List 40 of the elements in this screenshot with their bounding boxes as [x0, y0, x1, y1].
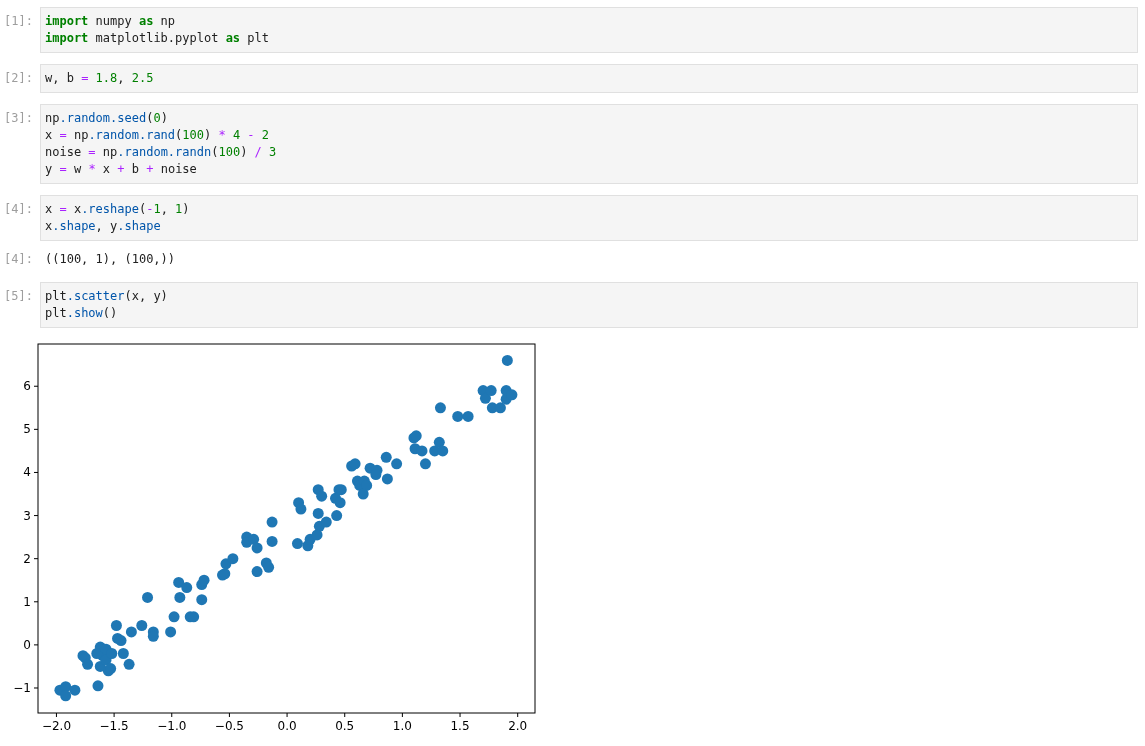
code-line: np.random.seed(0): [45, 110, 169, 127]
tick-label: 2: [23, 551, 31, 566]
tick-label: 0.0: [277, 719, 297, 733]
code-cell[interactable]: plt.scatter(x, y) plt.show(): [40, 282, 1138, 328]
code-line: plt.show(): [45, 305, 119, 322]
cell-prompt: [4]:: [3, 201, 34, 218]
tick-label: 5: [23, 422, 31, 437]
code-line: x = np.random.rand(100) * 4 - 2: [45, 127, 271, 144]
tick-label: 0: [23, 637, 31, 652]
tick-label: −2.0: [41, 719, 71, 733]
cell-prompt: [4]:: [3, 251, 34, 268]
tick-label: 1.5: [450, 719, 470, 733]
tick-label: 1.0: [392, 719, 412, 733]
cell-prompt: [2]:: [3, 70, 34, 87]
code-line: y = w * x + b + noise: [45, 161, 198, 178]
cell-prompt: [1]:: [3, 13, 34, 30]
tick-label: 1: [23, 594, 31, 609]
code-cell[interactable]: x = x.reshape(-1, 1) x.shape, y.shape: [40, 195, 1138, 241]
code-cell[interactable]: import numpy as np import matplotlib.pyplot as plt: [40, 7, 1138, 53]
tick-label: 4: [23, 465, 31, 480]
code-line: x = x.reshape(-1, 1): [45, 201, 191, 218]
tick-label: 6: [23, 379, 31, 394]
code-line: plt.scatter(x, y): [45, 288, 169, 305]
tick-label: −1.5: [99, 719, 129, 733]
tick-label: 2.0: [508, 719, 528, 733]
code-line: import matplotlib.pyplot as plt: [45, 30, 270, 47]
cell-prompt: [3]:: [3, 110, 34, 127]
tick-label: 0.5: [335, 719, 355, 733]
cell-output: ((100, 1), (100,)): [44, 251, 176, 268]
code-cell[interactable]: np.random.seed(0) x = np.random.rand(100) * 4 - 2 noise = np.random.randn(100) / 3 y = w * x + b + noise: [40, 104, 1138, 184]
code-cell[interactable]: w, b = 1.8, 2.5: [40, 64, 1138, 93]
code-line: w, b = 1.8, 2.5: [45, 70, 155, 87]
code-line: x.shape, y.shape: [45, 218, 162, 235]
code-line: noise = np.random.randn(100) / 3: [45, 144, 278, 161]
code-line: import numpy as np: [45, 13, 177, 30]
tick-label: −1: [13, 681, 31, 695]
tick-label: −1.0: [157, 719, 187, 733]
cell-prompt: [5]:: [3, 288, 34, 305]
tick-label: −0.5: [214, 719, 244, 733]
tick-label: 3: [23, 508, 31, 523]
